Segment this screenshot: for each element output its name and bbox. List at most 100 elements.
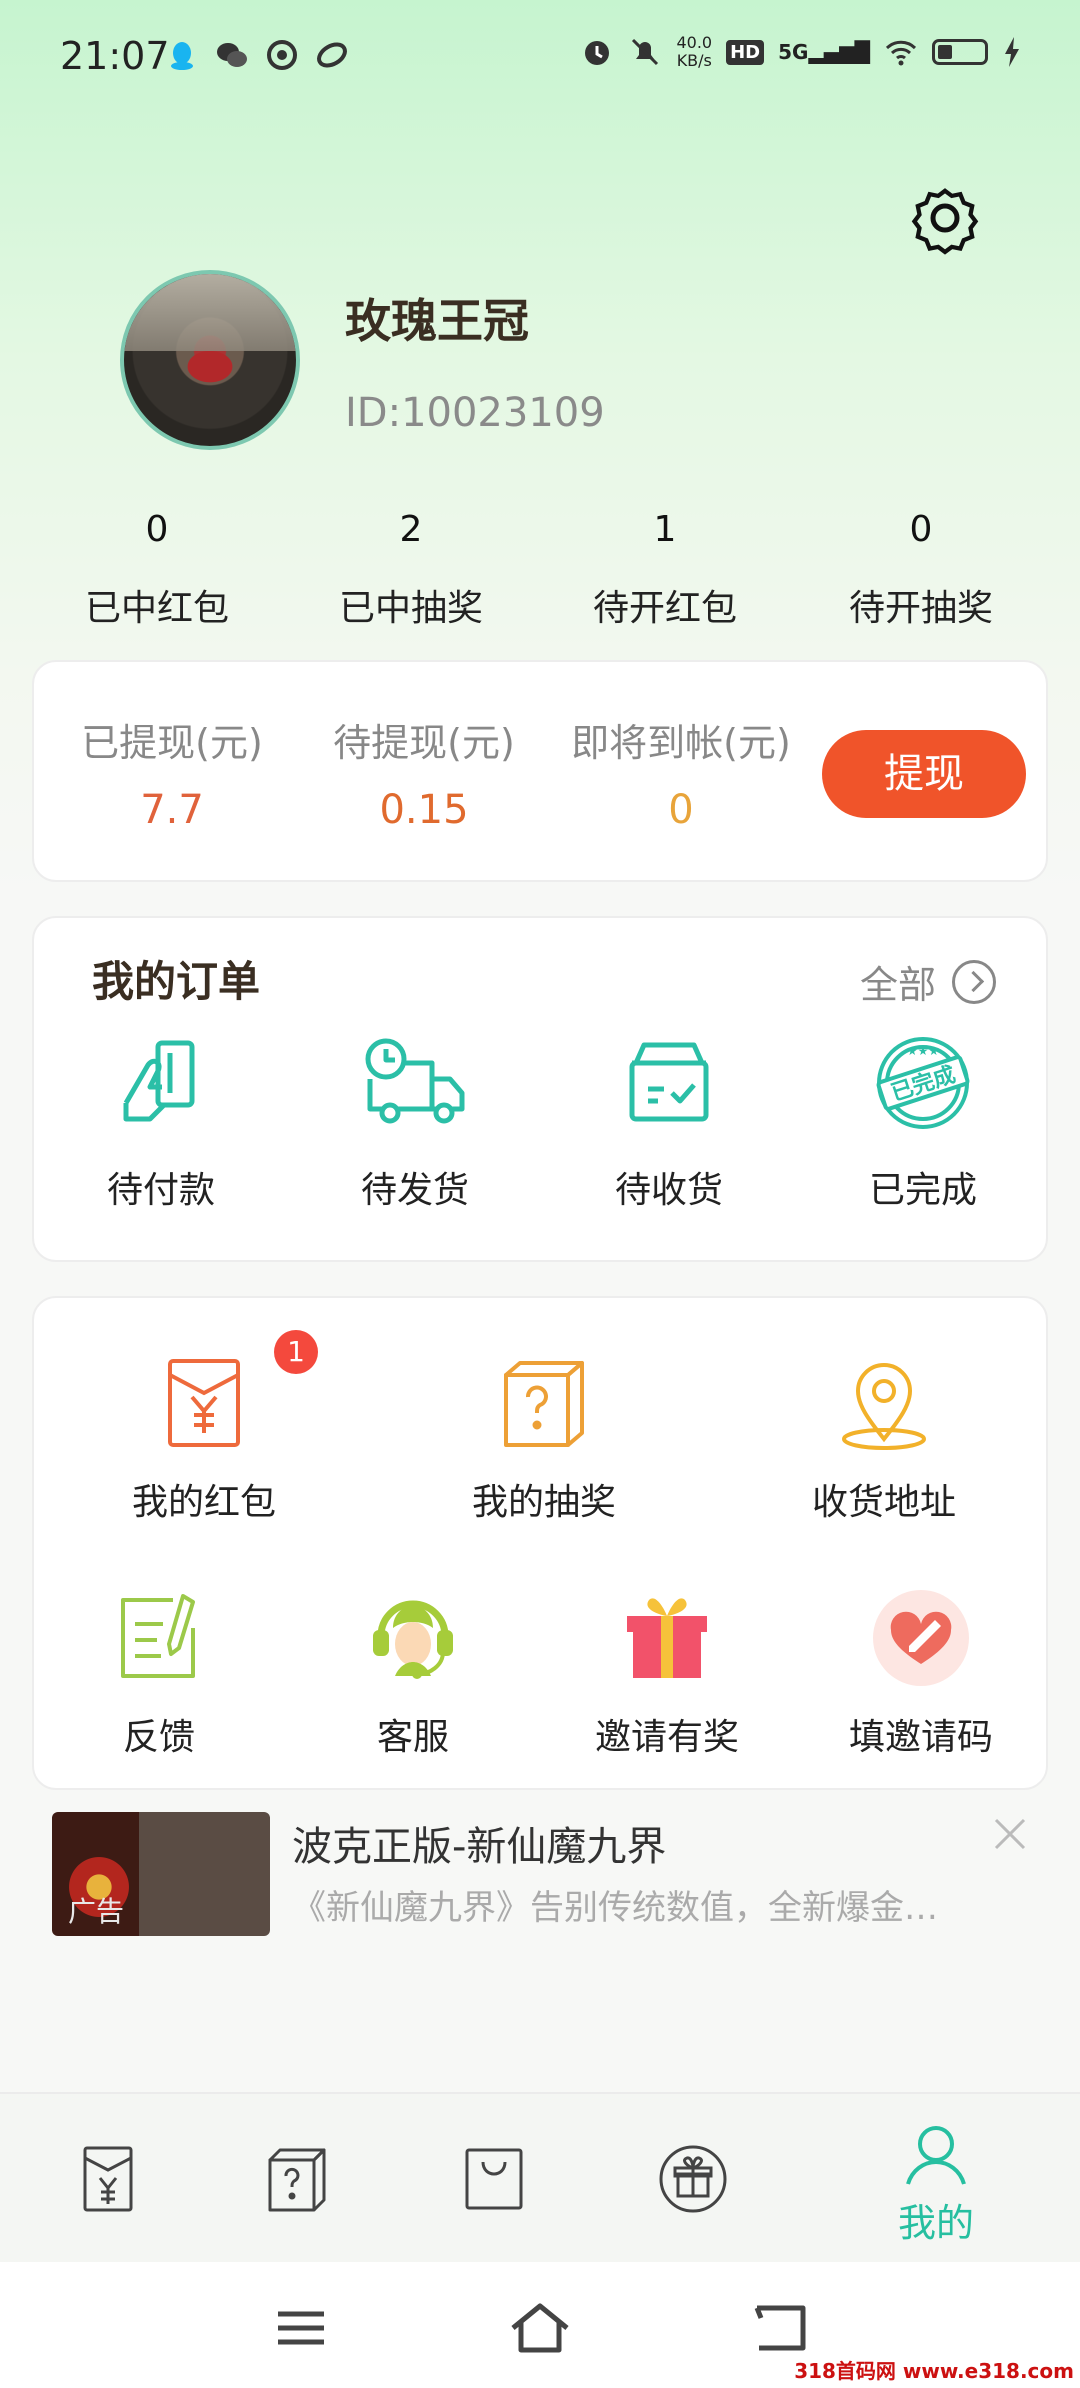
stat-label: 待开抽奖 [848, 588, 993, 629]
arriving-summary: 即将到帐(元) 0 [546, 712, 816, 833]
stats-row: 0 已中红包 2 已中抽奖 1 待开红包 0 待开抽奖 [0, 505, 1080, 645]
home-icon[interactable] [505, 2298, 575, 2358]
tool-label: 客服 [376, 1717, 449, 1758]
system-nav-bar: 318首码网 www.e318.com [0, 2262, 1080, 2388]
alarm-icon [585, 41, 610, 65]
mute-icon [632, 38, 659, 66]
delivery-truck-icon [365, 1038, 465, 1124]
avatar[interactable] [120, 270, 300, 450]
pending-value: 0.15 [379, 787, 469, 833]
order-pending-shipment[interactable]: 待发货 [288, 1033, 542, 1213]
bottom-tab-bar: 我的 [0, 2092, 1080, 2262]
order-label: 待付款 [106, 1170, 215, 1211]
mystery-box-icon [504, 1361, 584, 1447]
feedback-note-icon [121, 1594, 195, 1678]
ad-thumbnail: 广告 [52, 1812, 270, 1936]
orders-view-all[interactable]: 全部 [860, 954, 996, 1009]
tool-label: 反馈 [122, 1717, 195, 1758]
red-envelope-icon [168, 1359, 240, 1447]
status-time: 21:07 [60, 34, 170, 78]
battery-icon [932, 39, 988, 65]
customer-service-icon [373, 1600, 453, 1679]
settings-gear-icon[interactable] [905, 178, 985, 258]
tab-mine[interactable]: 我的 [828, 2094, 1044, 2264]
lottery-box-tab-icon [268, 2148, 326, 2212]
menu-icon[interactable] [266, 2298, 336, 2358]
tool-enter-invite-code[interactable]: 填邀请码 [826, 1588, 1016, 1760]
tool-label: 收货地址 [811, 1482, 956, 1523]
order-pending-payment[interactable]: 待付款 [34, 1033, 288, 1213]
charging-icon [1005, 37, 1019, 67]
red-envelope-tab-icon [83, 2146, 133, 2212]
qq-icon [171, 42, 193, 70]
ad-tag: 广告 [68, 1895, 125, 1928]
tool-label: 邀请有奖 [594, 1717, 739, 1758]
order-label: 待发货 [360, 1170, 469, 1211]
stat-value: 1 [653, 509, 677, 550]
pending-summary: 待提现(元) 0.15 [304, 712, 544, 833]
link-icon [317, 42, 347, 68]
site-watermark: 318首码网 www.e318.com [794, 2359, 1074, 2383]
net-speed: 40.0 KB/s [676, 33, 713, 70]
orders-all-label: 全部 [859, 963, 936, 1007]
tab-shop[interactable] [386, 2094, 602, 2264]
package-box-icon [629, 1042, 709, 1122]
tool-invite-rewards[interactable]: 邀请有奖 [572, 1588, 762, 1760]
tool-label: 我的红包 [131, 1482, 276, 1523]
tool-my-red-packets[interactable]: 我的红包 [84, 1353, 324, 1525]
stat-value: 2 [399, 509, 423, 550]
tab-red-packets[interactable] [0, 2094, 216, 2264]
tool-label: 我的抽奖 [471, 1482, 616, 1523]
heart-code-icon [873, 1590, 969, 1686]
payment-card-icon [123, 1040, 195, 1122]
withdraw-button[interactable]: 提现 [822, 730, 1026, 818]
tools-card: 我的红包 1 我的抽奖 收货地址 反馈 客服 邀请有奖 填邀请码 [32, 1296, 1048, 1790]
order-label: 已完成 [868, 1170, 977, 1211]
signal-indicator: 5G▂▄▆█ [778, 40, 870, 64]
order-completed[interactable]: 已完成 ★★★ 已完成 [796, 1033, 1050, 1213]
stat-won-red-packets[interactable]: 0 已中红包 [22, 505, 292, 631]
tool-shipping-address[interactable]: 收货地址 [764, 1353, 1004, 1525]
wallet-card: 已提现(元) 7.7 待提现(元) 0.15 即将到帐(元) 0 提现 [32, 660, 1048, 882]
order-pending-receipt[interactable]: 待收货 [542, 1033, 796, 1213]
arriving-value: 0 [668, 787, 694, 833]
tab-lottery[interactable] [189, 2094, 405, 2264]
tool-my-lottery[interactable]: 我的抽奖 [424, 1353, 664, 1525]
tab-mine-label: 我的 [897, 2201, 974, 2245]
notification-icons [165, 38, 349, 72]
gift-icon [627, 1598, 707, 1678]
tab-gifts[interactable] [585, 2094, 801, 2264]
stat-unopened-lotteries[interactable]: 0 待开抽奖 [786, 505, 1056, 631]
back-icon[interactable] [745, 2298, 815, 2358]
tool-customer-service[interactable]: 客服 [318, 1588, 508, 1760]
location-pin-icon [842, 1363, 926, 1450]
tool-label: 填邀请码 [848, 1717, 993, 1758]
stat-unopened-red-packets[interactable]: 1 待开红包 [530, 505, 800, 631]
tool-feedback[interactable]: 反馈 [64, 1588, 254, 1760]
status-bar: 21:07 40.0 KB/s HD 5G▂▄▆█ [0, 0, 1080, 118]
stat-value: 0 [145, 509, 169, 550]
stat-value: 0 [909, 509, 933, 550]
stat-label: 待开红包 [592, 588, 737, 629]
gift-tab-icon [659, 2145, 727, 2213]
order-label: 待收货 [614, 1170, 723, 1211]
arriving-label: 即将到帐(元) [571, 721, 791, 765]
close-icon[interactable] [988, 1812, 1032, 1856]
wifi-icon [885, 40, 917, 66]
stat-label: 已中红包 [84, 588, 229, 629]
svg-text:★★★: ★★★ [907, 1044, 939, 1058]
system-icons: 40.0 KB/s HD 5G▂▄▆█ [580, 34, 1022, 70]
chevron-right-icon [952, 959, 996, 1004]
withdrawn-label: 已提现(元) [81, 721, 263, 765]
stat-label: 已中抽奖 [338, 588, 483, 629]
ad-description: 《新仙魔九界》告别传统数值，全新爆金… [292, 1888, 938, 1928]
profile-tab-icon [906, 2126, 966, 2185]
app-icon [267, 40, 297, 70]
withdrawn-value: 7.7 [140, 787, 204, 833]
stat-won-lotteries[interactable]: 2 已中抽奖 [276, 505, 546, 631]
ad-banner[interactable]: 广告 波克正版-新仙魔九界 《新仙魔九界》告别传统数值，全新爆金… [52, 1812, 1052, 1942]
orders-title: 我的订单 [92, 957, 261, 1006]
user-name: 玫瑰王冠 [345, 294, 529, 348]
orders-card: 我的订单 全部 待付款 待发货 待收货 已完成 ★★★ 已完成 [32, 916, 1048, 1262]
withdrawn-summary: 已提现(元) 7.7 [52, 712, 292, 833]
